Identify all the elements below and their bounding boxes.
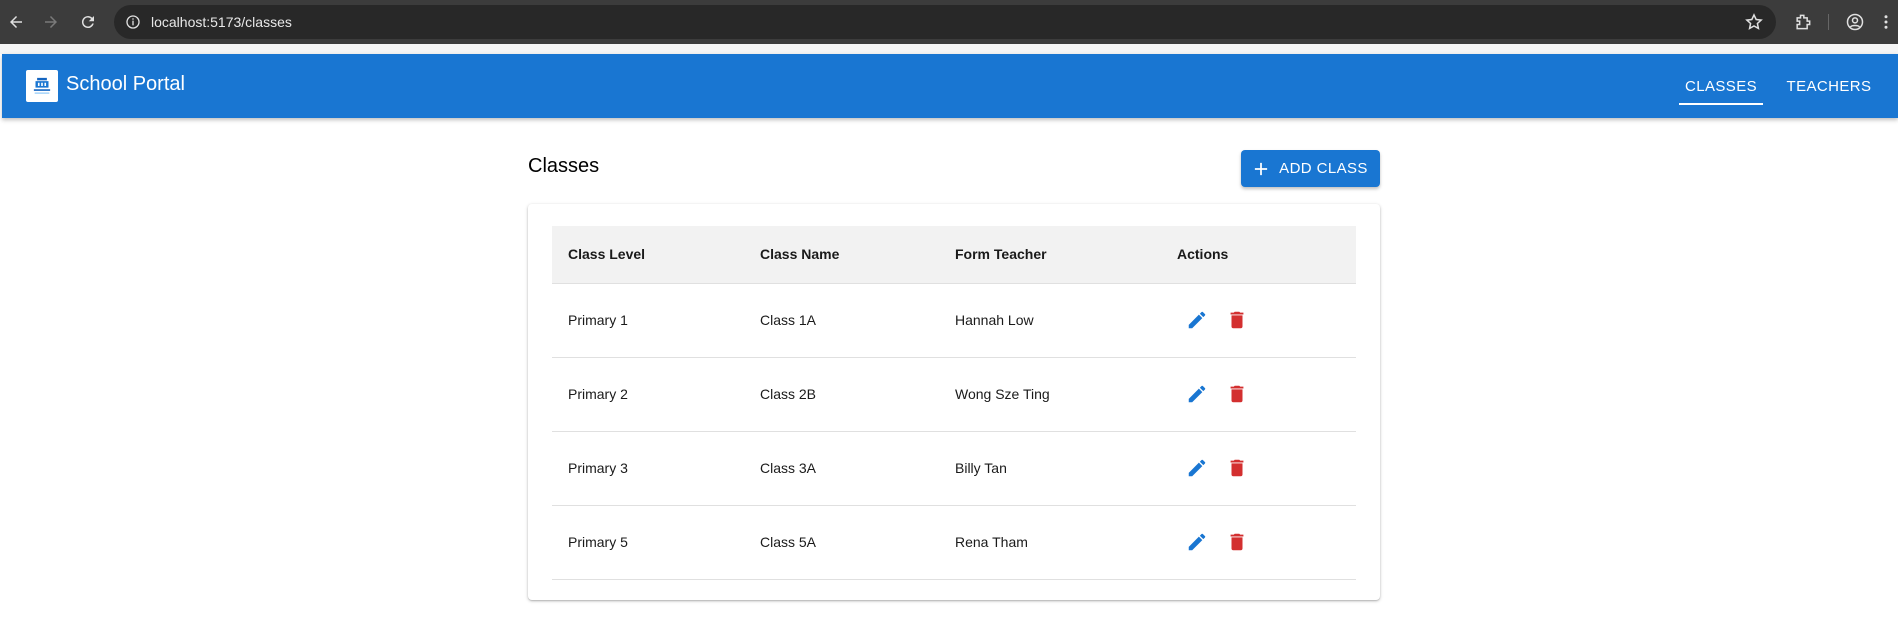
bookmark-star-icon[interactable] xyxy=(1744,12,1764,32)
nav-tab-teachers-label: TEACHERS xyxy=(1786,77,1872,95)
app-title[interactable]: School Portal xyxy=(66,73,185,96)
edit-pencil-icon[interactable] xyxy=(1185,382,1209,406)
address-bar[interactable]: localhost:5173/classes xyxy=(114,5,1776,39)
edit-pencil-icon[interactable] xyxy=(1185,530,1209,554)
column-header-class-level: Class Level xyxy=(552,226,744,284)
column-header-class-name: Class Name xyxy=(744,226,939,284)
url-text: localhost:5173/classes xyxy=(151,14,292,30)
profile-icon[interactable] xyxy=(1843,10,1867,34)
column-header-form-teacher: Form Teacher xyxy=(939,226,1161,284)
nav-tab-classes[interactable]: CLASSES xyxy=(1679,54,1763,118)
cell-form-teacher: Billy Tan xyxy=(939,431,1161,506)
column-header-actions: Actions xyxy=(1161,226,1356,284)
table-row: Primary 3 Class 3A Billy Tan xyxy=(552,431,1356,506)
delete-trash-icon[interactable] xyxy=(1225,382,1249,406)
cell-form-teacher: Wong Sze Ting xyxy=(939,357,1161,432)
delete-trash-icon[interactable] xyxy=(1225,308,1249,332)
cell-class-level: Primary 1 xyxy=(552,283,744,358)
classes-table: Class Level Class Name Form Teacher Acti… xyxy=(552,226,1356,580)
cell-actions xyxy=(1161,431,1356,506)
forward-arrow-icon[interactable] xyxy=(39,10,63,34)
edit-pencil-icon[interactable] xyxy=(1185,308,1209,332)
app-header: School Portal CLASSES TEACHERS xyxy=(2,54,1898,118)
browser-toolbar: localhost:5173/classes xyxy=(0,0,1898,44)
cell-actions xyxy=(1161,357,1356,432)
table-row: Primary 5 Class 5A Rena Tham xyxy=(552,505,1356,580)
delete-trash-icon[interactable] xyxy=(1225,456,1249,480)
cell-class-level: Primary 2 xyxy=(552,357,744,432)
cell-class-name: Class 3A xyxy=(744,431,939,506)
extensions-icon[interactable] xyxy=(1791,10,1815,34)
cell-actions xyxy=(1161,505,1356,580)
nav-tab-classes-label: CLASSES xyxy=(1685,77,1757,95)
page-title: Classes xyxy=(528,155,600,177)
reload-icon[interactable] xyxy=(76,10,100,34)
add-class-button[interactable]: ADD CLASS xyxy=(1241,150,1380,187)
toolbar-divider xyxy=(1828,14,1829,30)
edit-pencil-icon[interactable] xyxy=(1185,456,1209,480)
cell-class-level: Primary 5 xyxy=(552,505,744,580)
table-header-row: Class Level Class Name Form Teacher Acti… xyxy=(552,226,1356,284)
school-logo-icon xyxy=(26,70,58,102)
cell-class-level: Primary 3 xyxy=(552,431,744,506)
table-row: Primary 2 Class 2B Wong Sze Ting xyxy=(552,357,1356,432)
plus-icon xyxy=(1253,161,1269,177)
back-arrow-icon[interactable] xyxy=(4,10,28,34)
cell-form-teacher: Hannah Low xyxy=(939,283,1161,358)
cell-form-teacher: Rena Tham xyxy=(939,505,1161,580)
toolbar-edge xyxy=(0,44,1898,54)
cell-class-name: Class 5A xyxy=(744,505,939,580)
cell-class-name: Class 1A xyxy=(744,283,939,358)
delete-trash-icon[interactable] xyxy=(1225,530,1249,554)
cell-actions xyxy=(1161,283,1356,358)
table-row: Primary 1 Class 1A Hannah Low xyxy=(552,283,1356,358)
site-info-icon[interactable] xyxy=(124,13,142,31)
add-class-button-label: ADD CLASS xyxy=(1279,160,1368,177)
classes-table-card: Class Level Class Name Form Teacher Acti… xyxy=(528,204,1380,600)
nav-tab-teachers[interactable]: TEACHERS xyxy=(1780,54,1878,118)
cell-class-name: Class 2B xyxy=(744,357,939,432)
menu-kebab-icon[interactable] xyxy=(1878,10,1894,34)
